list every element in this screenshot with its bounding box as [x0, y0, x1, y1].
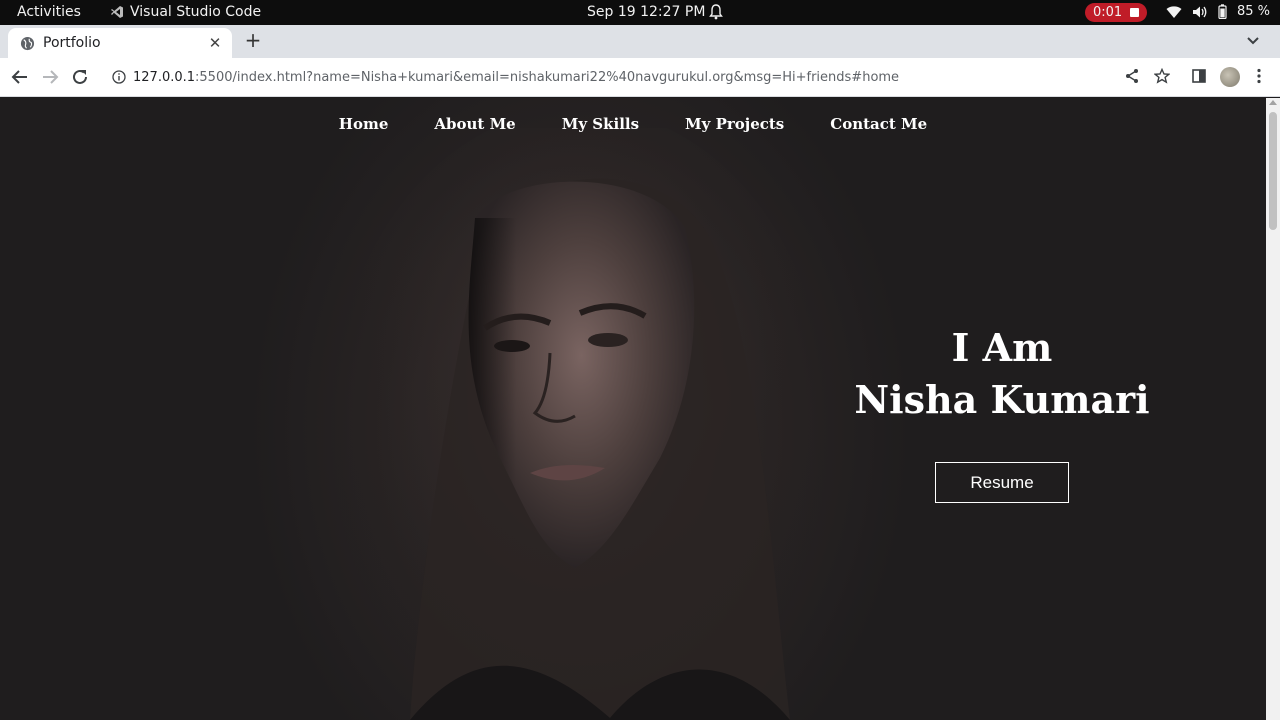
tab-title: Portfolio	[43, 35, 101, 51]
nav-my-skills[interactable]: My Skills	[562, 115, 639, 133]
chevron-down-icon[interactable]	[1244, 33, 1262, 49]
profile-avatar[interactable]	[1220, 67, 1240, 87]
url-host: 127.0.0.1	[133, 69, 196, 85]
hero-name: Nisha Kumari	[854, 377, 1150, 422]
browser-tab[interactable]: Portfolio ✕	[8, 28, 232, 58]
battery-icon	[1218, 4, 1227, 19]
stop-icon	[1130, 8, 1140, 17]
back-arrow-icon[interactable]	[11, 68, 29, 86]
vscode-icon	[111, 6, 123, 18]
page-scrollbar[interactable]	[1266, 98, 1280, 720]
url-path: :5500/index.html?name=Nisha+kumari&email…	[195, 69, 900, 85]
resume-button[interactable]: Resume	[935, 462, 1069, 503]
globe-icon	[20, 36, 35, 50]
clock[interactable]: Sep 19 12:27 PM	[587, 4, 705, 20]
scroll-up-icon[interactable]	[1269, 100, 1277, 105]
active-app-name: Visual Studio Code	[130, 4, 262, 20]
side-panel-icon[interactable]	[1191, 68, 1207, 84]
close-tab-icon[interactable]: ✕	[206, 34, 224, 52]
nav-home[interactable]: Home	[339, 115, 389, 133]
screen-recording-indicator[interactable]: 0:01	[1085, 3, 1147, 22]
system-status-menu[interactable]: 85 %	[1166, 4, 1270, 19]
notification-bell-icon	[709, 4, 723, 20]
volume-icon	[1193, 6, 1207, 17]
wifi-icon	[1166, 5, 1182, 18]
new-tab-button[interactable]: +	[244, 30, 262, 50]
hero-heading: I Am Nisha Kumari	[842, 322, 1162, 426]
recording-time: 0:01	[1093, 5, 1123, 20]
scrollbar-thumb[interactable]	[1269, 112, 1277, 230]
nav-contact-me[interactable]: Contact Me	[830, 115, 927, 133]
browser-tab-strip: Portfolio ✕	[0, 25, 1280, 58]
battery-percent: 85 %	[1237, 4, 1271, 19]
nav-about-me[interactable]: About Me	[434, 115, 515, 133]
bookmark-star-icon[interactable]	[1154, 68, 1170, 84]
more-menu-icon[interactable]	[1257, 68, 1261, 84]
url-text: 127.0.0.1:5500/index.html?name=Nisha+kum…	[133, 70, 899, 85]
forward-arrow-icon[interactable]	[41, 68, 59, 86]
main-nav: Home About Me My Skills My Projects Cont…	[0, 115, 1266, 133]
active-app-menu[interactable]: Visual Studio Code	[110, 4, 261, 20]
nav-my-projects[interactable]: My Projects	[685, 115, 784, 133]
address-bar[interactable]: 127.0.0.1:5500/index.html?name=Nisha+kum…	[100, 62, 1150, 92]
system-top-bar: Activities Visual Studio Code Sep 19 12:…	[0, 0, 1280, 25]
hero-line-1: I Am	[951, 325, 1053, 370]
reload-icon[interactable]	[71, 68, 89, 86]
page-viewport: Home About Me My Skills My Projects Cont…	[0, 98, 1266, 720]
site-info-icon[interactable]	[112, 70, 126, 84]
share-icon[interactable]	[1124, 68, 1140, 84]
browser-toolbar: 127.0.0.1:5500/index.html?name=Nisha+kum…	[0, 58, 1280, 97]
activities-button[interactable]: Activities	[17, 4, 81, 20]
